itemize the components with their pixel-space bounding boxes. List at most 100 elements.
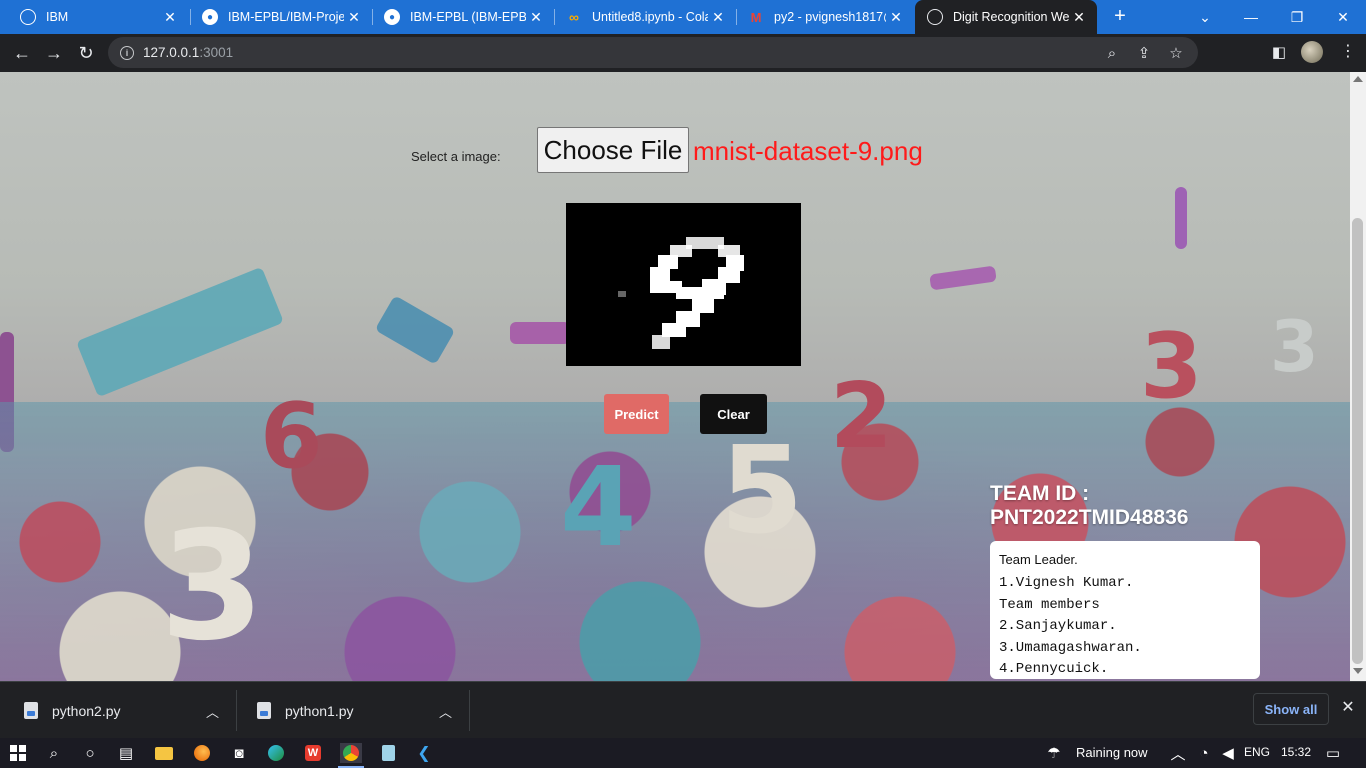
github-icon: ● bbox=[202, 9, 218, 25]
python-file-icon bbox=[257, 702, 271, 719]
volume-icon[interactable]: ◀ bbox=[1218, 743, 1238, 763]
notepad-icon[interactable] bbox=[378, 743, 398, 763]
tab-title: IBM-EPBL (IBM-EPBL) bbox=[410, 10, 526, 24]
tab-gmail[interactable]: M py2 - pvignesh1817@ ✕ bbox=[736, 0, 914, 34]
windows-taskbar: ⌕ ○ ▤ ◙ W ❮ ☂ Raining now ︿ ◔ ◀ ENG 15:3… bbox=[0, 738, 1366, 768]
tab-colab[interactable]: ∞ Untitled8.ipynb - Cola ✕ bbox=[554, 0, 736, 34]
show-all-downloads-button[interactable]: Show all bbox=[1253, 693, 1329, 725]
close-tab-icon[interactable]: ✕ bbox=[344, 9, 364, 26]
team-id-value: PNT2022TMID48836 bbox=[990, 506, 1189, 529]
globe-icon bbox=[927, 9, 943, 25]
tab-title: IBM-EPBL/IBM-Project bbox=[228, 10, 344, 24]
team-id-heading: TEAM ID : PNT2022TMID48836 bbox=[990, 482, 1250, 530]
select-image-label: Select a image: bbox=[411, 149, 501, 164]
background-decoration: 2 bbox=[830, 364, 893, 469]
browser-toolbar: ← → ↻ i 127.0.0.1:3001 ☆ ⇪ ⌕ ◧ bbox=[0, 34, 1366, 72]
download-file-name: python2.py bbox=[52, 702, 121, 719]
profile-avatar[interactable] bbox=[1301, 41, 1323, 63]
python-file-icon bbox=[24, 702, 38, 719]
forward-arrow-icon[interactable]: → bbox=[40, 39, 68, 67]
scrollbar-thumb[interactable] bbox=[1352, 218, 1363, 664]
team-leader-name: 1.Vignesh Kumar. bbox=[999, 575, 1134, 591]
tab-digit-recognition[interactable]: Digit Recognition Web ✕ bbox=[915, 0, 1097, 34]
search-icon[interactable]: ⌕ bbox=[44, 743, 64, 763]
download-item[interactable]: python1.py ︿ bbox=[257, 682, 467, 739]
downloads-bar: python2.py ︿ python1.py ︿ bbox=[0, 681, 1366, 738]
background-decoration: 4 bbox=[560, 443, 637, 571]
close-downloads-icon[interactable]: ✕ bbox=[1338, 698, 1358, 718]
wps-office-icon[interactable]: W bbox=[303, 743, 323, 763]
team-member: 3.Umamagashwaran. bbox=[999, 639, 1142, 656]
background-decoration bbox=[1175, 187, 1187, 249]
firefox-icon[interactable] bbox=[192, 743, 212, 763]
background-decoration: 5 bbox=[720, 422, 804, 561]
file-explorer-icon[interactable] bbox=[154, 743, 174, 763]
windows-start-icon[interactable] bbox=[8, 743, 28, 763]
download-file-name: python1.py bbox=[285, 702, 354, 719]
chevron-up-icon[interactable]: ︿ bbox=[206, 702, 219, 721]
close-tab-icon[interactable]: ✕ bbox=[708, 9, 728, 26]
gmail-icon: M bbox=[750, 9, 762, 25]
reload-icon[interactable]: ↻ bbox=[72, 39, 100, 67]
tab-ibm[interactable]: IBM ✕ bbox=[8, 0, 188, 34]
background-decoration: 3 bbox=[160, 500, 265, 674]
scroll-up-icon[interactable] bbox=[1353, 76, 1363, 82]
site-info-icon[interactable]: i bbox=[120, 45, 134, 60]
notifications-icon[interactable]: ▭ bbox=[1323, 743, 1343, 763]
chrome-icon[interactable] bbox=[340, 743, 362, 763]
background-decoration bbox=[510, 322, 570, 344]
team-members-card: Team Leader. 1.Vignesh Kumar. Team membe… bbox=[990, 541, 1260, 679]
window-close-icon[interactable]: ✕ bbox=[1320, 0, 1366, 34]
background-decoration: 3 bbox=[1270, 306, 1319, 388]
close-tab-icon[interactable]: ✕ bbox=[160, 9, 180, 26]
weather-status[interactable]: Raining now bbox=[1076, 745, 1148, 760]
github-icon: ● bbox=[384, 9, 400, 25]
background-decoration: 3 bbox=[1140, 314, 1203, 419]
browser-menu-icon[interactable]: ⋮ bbox=[1340, 41, 1356, 63]
url-host: 127.0.0.1 bbox=[143, 45, 200, 60]
minimize-icon[interactable]: — bbox=[1228, 0, 1274, 34]
scroll-down-icon[interactable] bbox=[1353, 668, 1363, 674]
team-member: 4.Pennycuick. bbox=[999, 661, 1109, 677]
back-arrow-icon[interactable]: ← bbox=[8, 39, 36, 67]
team-members-heading: Team members bbox=[999, 596, 1100, 613]
edge-icon[interactable] bbox=[266, 743, 286, 763]
selected-file-name: mnist-dataset-9.png bbox=[693, 136, 923, 166]
tab-github-org[interactable]: ● IBM-EPBL (IBM-EPBL) ✕ bbox=[372, 0, 554, 34]
address-bar[interactable]: i 127.0.0.1:3001 ☆ ⇪ ⌕ bbox=[108, 37, 1198, 68]
zoom-search-icon[interactable]: ⌕ bbox=[1102, 43, 1122, 63]
background-decoration bbox=[76, 266, 284, 398]
close-tab-icon[interactable]: ✕ bbox=[886, 9, 906, 26]
clock-time[interactable]: 15:32 bbox=[1281, 745, 1311, 759]
language-indicator[interactable]: ENG bbox=[1244, 745, 1270, 759]
globe-icon bbox=[20, 9, 36, 25]
background-decoration bbox=[929, 265, 997, 291]
browser-tab-strip: IBM ✕ ● IBM-EPBL/IBM-Project ✕ ● IBM-EPB… bbox=[0, 0, 1366, 34]
close-tab-icon[interactable]: ✕ bbox=[1069, 9, 1089, 26]
chevron-up-icon[interactable]: ︿ bbox=[1168, 743, 1188, 763]
camera-icon[interactable]: ◙ bbox=[229, 743, 249, 763]
clear-button[interactable]: Clear bbox=[700, 394, 767, 434]
team-member: 2.Sanjaykumar. bbox=[999, 618, 1117, 634]
task-view-icon[interactable]: ▤ bbox=[116, 743, 136, 763]
predict-button[interactable]: Predict bbox=[604, 394, 669, 434]
download-item[interactable]: python2.py ︿ bbox=[24, 682, 234, 739]
chevron-up-icon[interactable]: ︿ bbox=[439, 702, 452, 721]
background-decoration: 6 bbox=[260, 384, 323, 489]
cortana-icon[interactable]: ○ bbox=[80, 743, 100, 763]
bookmark-star-icon[interactable]: ☆ bbox=[1166, 43, 1186, 63]
vscode-icon[interactable]: ❮ bbox=[414, 743, 434, 763]
tab-github-project[interactable]: ● IBM-EPBL/IBM-Project ✕ bbox=[190, 0, 372, 34]
side-panel-icon[interactable]: ◧ bbox=[1269, 42, 1289, 62]
tab-title: Untitled8.ipynb - Cola bbox=[592, 10, 708, 24]
tab-title: py2 - pvignesh1817@ bbox=[774, 10, 886, 24]
team-id-label: TEAM ID : bbox=[990, 482, 1090, 505]
share-icon[interactable]: ⇪ bbox=[1134, 43, 1154, 63]
new-tab-button[interactable]: + bbox=[1108, 5, 1132, 29]
wifi-icon[interactable]: ◔ bbox=[1194, 743, 1214, 763]
choose-file-button[interactable]: Choose File bbox=[537, 127, 689, 173]
weather-umbrella-icon[interactable]: ☂ bbox=[1044, 743, 1064, 763]
tab-search-icon[interactable]: ⌄ bbox=[1182, 0, 1228, 34]
restore-icon[interactable]: ❐ bbox=[1274, 0, 1320, 34]
close-tab-icon[interactable]: ✕ bbox=[526, 9, 546, 26]
